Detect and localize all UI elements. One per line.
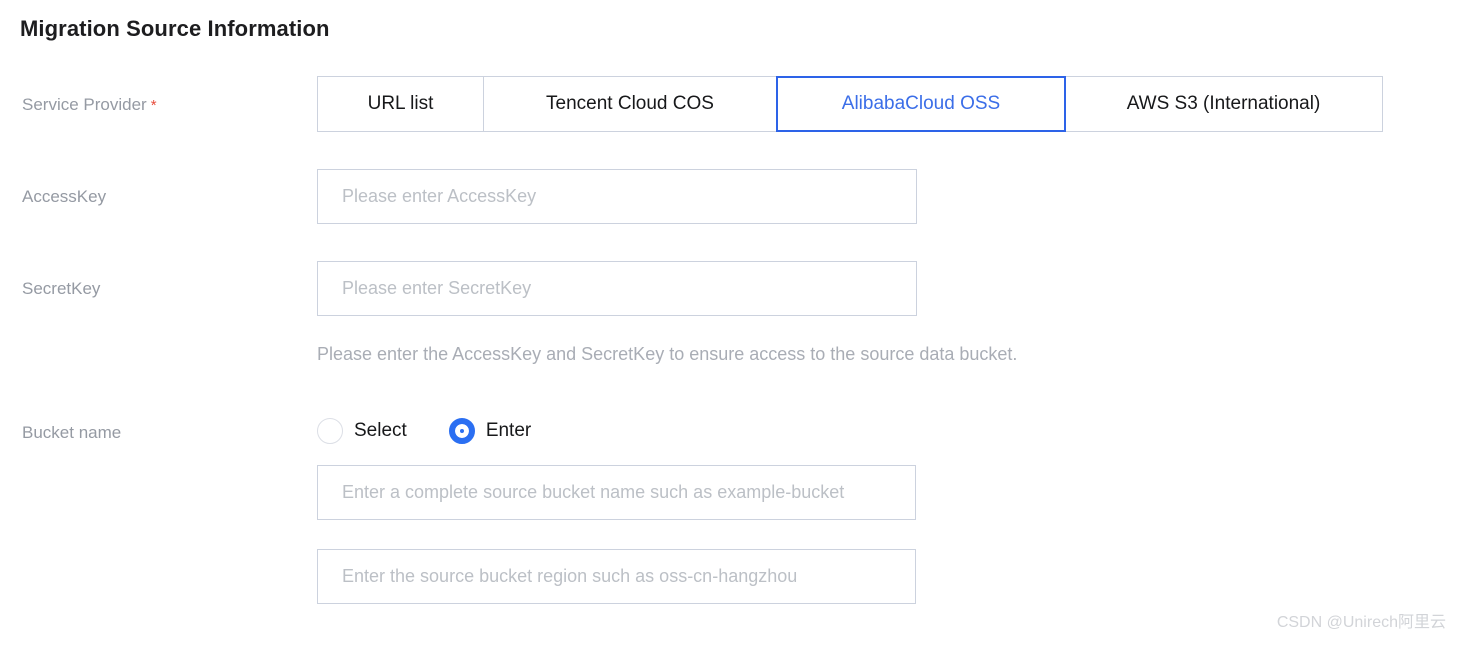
bucket-name-input[interactable]: [317, 465, 916, 520]
secret-key-label: SecretKey: [22, 279, 101, 298]
access-secret-key-hint: Please enter the AccessKey and SecretKey…: [317, 344, 1018, 364]
tab-url-list[interactable]: URL list: [318, 77, 484, 131]
page-title: Migration Source Information: [20, 16, 330, 41]
bucket-region-input[interactable]: [317, 549, 916, 604]
access-key-label: AccessKey: [22, 187, 107, 206]
required-asterisk-icon: *: [150, 97, 157, 114]
radio-option-enter[interactable]: Enter: [448, 418, 532, 444]
service-provider-tab-group: URL list Tencent Cloud COS AlibabaCloud …: [317, 76, 1383, 132]
bucket-name-label: Bucket name: [22, 423, 122, 442]
radio-circle-icon[interactable]: [317, 418, 343, 444]
radio-option-select-label: Select: [354, 420, 407, 441]
tab-tencent-cloud-cos[interactable]: Tencent Cloud COS: [484, 77, 777, 131]
secret-key-input[interactable]: [317, 261, 917, 316]
bucket-name-mode-radio-group: Select Enter: [317, 415, 531, 447]
service-provider-label-text: Service Provider: [22, 95, 147, 114]
tab-aws-s3-international[interactable]: AWS S3 (International): [1065, 77, 1382, 131]
access-key-input[interactable]: [317, 169, 917, 224]
tab-alibabacloud-oss[interactable]: AlibabaCloud OSS: [776, 76, 1066, 132]
radio-option-enter-label: Enter: [485, 420, 532, 441]
watermark-text: CSDN @Unirech阿里云: [1276, 614, 1446, 631]
migration-source-form-page: Migration Source Information Service Pro…: [0, 0, 1464, 646]
service-provider-label: Service Provider *: [22, 96, 157, 113]
radio-option-select[interactable]: Select: [317, 418, 407, 444]
radio-circle-selected-icon[interactable]: [448, 418, 475, 444]
